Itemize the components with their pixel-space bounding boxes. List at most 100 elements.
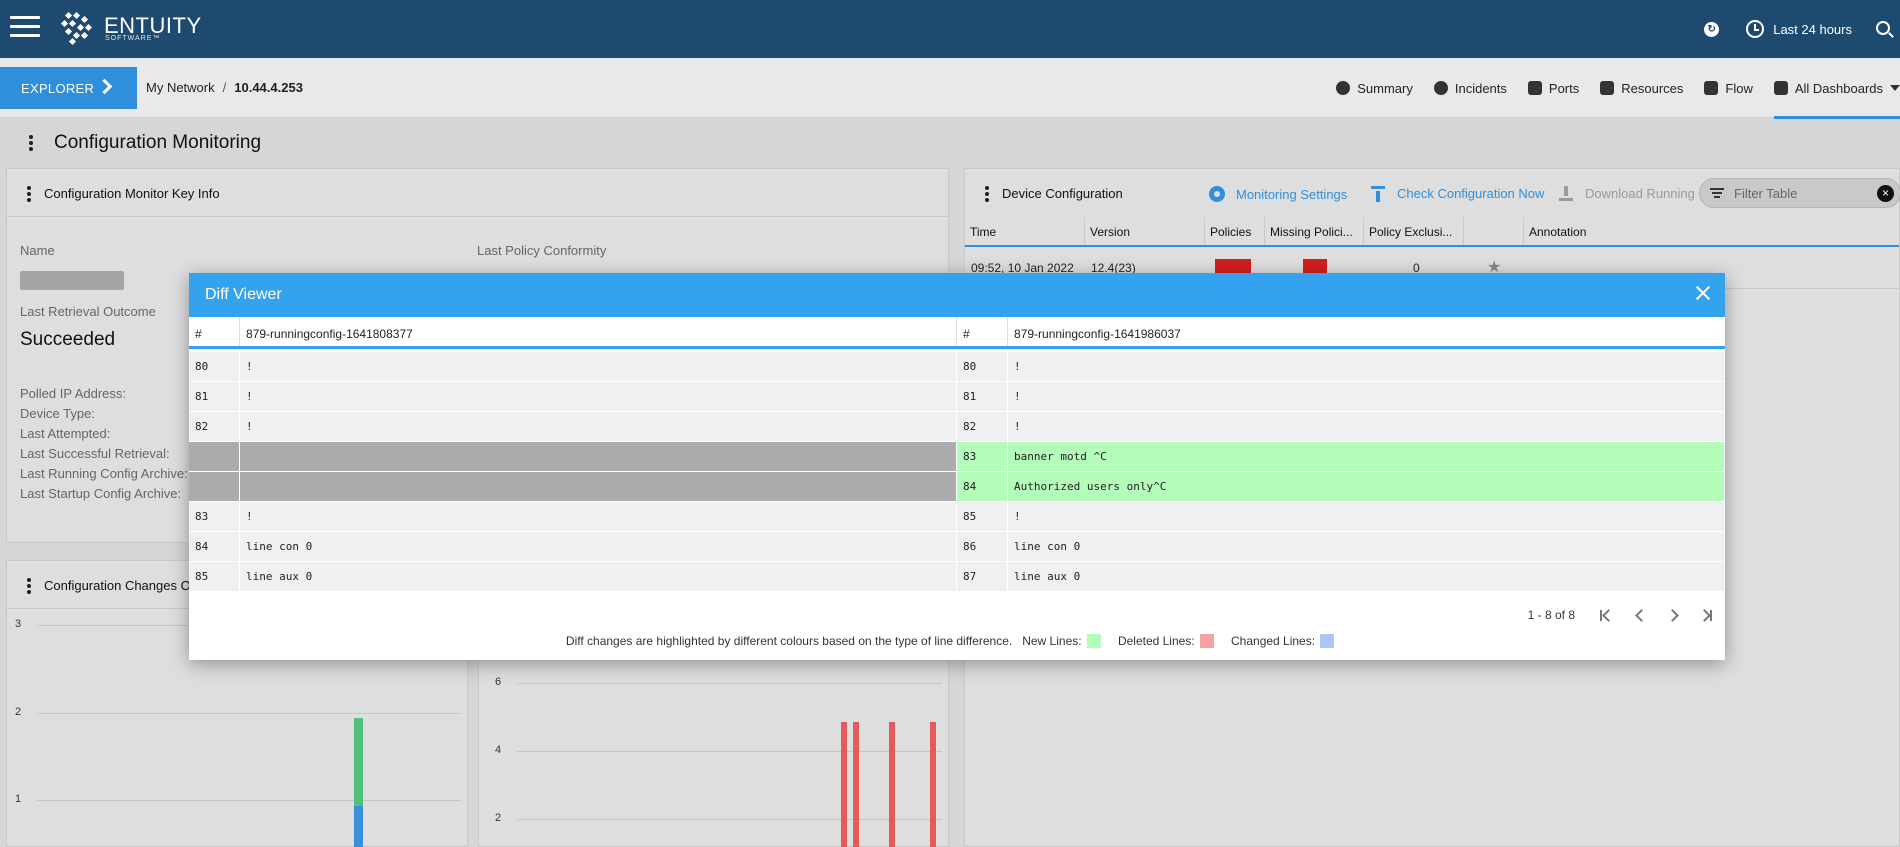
entuity-logo-icon — [60, 11, 93, 46]
col-policies[interactable]: Policies — [1205, 217, 1265, 245]
left-line-text: line con 0 — [240, 532, 957, 561]
key-info-header: Configuration Monitor Key Info — [7, 169, 948, 217]
diff-viewer-dialog: Diff Viewer # 879-runningconfig-16418083… — [189, 273, 1725, 660]
diff-row: 83 banner motd ^C — [189, 442, 1725, 472]
chart-bar — [930, 722, 936, 847]
upload-icon — [1371, 186, 1385, 202]
check-config-button[interactable]: Check Configuration Now — [1371, 186, 1545, 202]
explorer-button[interactable]: EXPLORER — [0, 67, 137, 109]
close-icon[interactable] — [1693, 284, 1713, 304]
right-line-text: ! — [1008, 382, 1725, 411]
search-icon[interactable] — [1876, 20, 1890, 35]
breadcrumb-my-network[interactable]: My Network — [146, 80, 215, 95]
next-page-icon[interactable] — [1657, 605, 1691, 625]
tab-flow-label: Flow — [1725, 80, 1753, 96]
gridline — [517, 683, 942, 684]
col-star[interactable] — [1464, 217, 1524, 245]
first-page-icon[interactable] — [1589, 605, 1623, 625]
hamburger-menu-icon[interactable] — [10, 16, 40, 38]
chart-bar — [354, 806, 363, 847]
breadcrumb-device-ip[interactable]: 10.44.4.253 — [234, 80, 303, 95]
panel-menu-icon[interactable] — [27, 578, 31, 596]
name-label: Name — [20, 243, 55, 258]
left-line-number: 80 — [189, 352, 240, 381]
right-line-number: 80 — [957, 352, 1008, 381]
diff-table-header: # 879-runningconfig-1641808377 # 879-run… — [189, 317, 1725, 349]
page-menu-icon[interactable] — [29, 135, 33, 153]
right-line-number-header: # — [957, 317, 1008, 346]
left-line-text: ! — [240, 412, 957, 441]
legend-new-label: New Lines: — [1022, 634, 1082, 648]
right-line-text: banner motd ^C — [1008, 442, 1725, 471]
legend-text: Diff changes are highlighted by differen… — [565, 634, 1013, 648]
gear-icon — [1209, 186, 1225, 202]
right-line-number: 81 — [957, 382, 1008, 411]
legend-changed-label: Changed Lines: — [1231, 634, 1316, 648]
col-time[interactable]: Time — [965, 217, 1085, 245]
chart-bar — [853, 722, 859, 847]
chevron-down-icon — [1890, 85, 1900, 91]
tab-all-dashboards-label: All Dashboards — [1794, 80, 1883, 96]
tab-ports[interactable]: Ports — [1527, 80, 1580, 96]
device-config-header: Device Configuration Monitoring Settings… — [965, 169, 1900, 217]
diff-row: 82! 82! — [189, 412, 1725, 442]
download-running-button[interactable]: Download Running — [1559, 186, 1695, 201]
info-icon — [1336, 81, 1351, 95]
key-info-title: Configuration Monitor Key Info — [44, 186, 220, 201]
top-bar: ENTUITY SOFTWARE™ ↻ Last 24 hours — [0, 0, 1900, 58]
detail-last-attempted: Last Attempted: — [20, 426, 111, 441]
col-annotation[interactable]: Annotation — [1524, 217, 1894, 245]
deleted-lines-swatch — [1199, 634, 1214, 648]
left-line-number: 84 — [189, 532, 240, 561]
left-line-text: line aux 0 — [240, 562, 957, 591]
y-tick: 6 — [495, 676, 502, 688]
left-line-text: ! — [240, 352, 957, 381]
check-config-label: Check Configuration Now — [1397, 186, 1545, 201]
detail-polled-ip: Polled IP Address: — [20, 386, 126, 401]
clear-icon[interactable]: × — [1877, 185, 1894, 202]
legend-deleted-label: Deleted Lines: — [1117, 634, 1195, 648]
left-line-number-header: # — [189, 317, 240, 346]
tab-flow[interactable]: Flow — [1704, 80, 1753, 96]
tab-incidents-label: Incidents — [1454, 80, 1507, 96]
tab-all-dashboards[interactable]: All Dashboards — [1773, 58, 1900, 119]
tab-resources-label: Resources — [1621, 80, 1684, 96]
panel-menu-icon[interactable] — [985, 186, 989, 204]
filter-table-input[interactable]: Filter Table × — [1699, 178, 1900, 208]
left-line-number: 83 — [189, 502, 240, 531]
time-range-selector[interactable]: Last 24 hours — [1773, 22, 1852, 37]
tab-resources[interactable]: Resources — [1600, 81, 1683, 96]
col-version[interactable]: Version — [1085, 217, 1205, 245]
diff-row: 84 line con 0 86 line con 0 — [189, 532, 1725, 562]
diff-row: 85 line aux 0 87 line aux 0 — [189, 562, 1725, 592]
monitoring-settings-button[interactable]: Monitoring Settings — [1209, 186, 1347, 202]
gridline — [37, 713, 461, 714]
diff-row: 81! 81! — [189, 382, 1725, 412]
explorer-label: EXPLORER — [21, 80, 95, 96]
detail-running-archive: Last Running Config Archive: — [20, 466, 188, 481]
detail-device-type: Device Type: — [20, 406, 95, 421]
right-line-number: 87 — [957, 562, 1008, 591]
brand-subtitle: SOFTWARE™ — [105, 35, 161, 42]
tab-ports-label: Ports — [1548, 80, 1580, 96]
previous-page-icon[interactable] — [1623, 605, 1657, 625]
key-info-details: Polled IP Address: Device Type: Last Att… — [20, 384, 188, 504]
page-header: Configuration Monitoring — [0, 118, 1900, 166]
right-line-number: 86 — [957, 532, 1008, 561]
changed-lines-swatch — [1320, 634, 1335, 648]
last-page-icon[interactable] — [1691, 605, 1725, 625]
y-tick: 2 — [15, 706, 22, 718]
col-policy-exclusions[interactable]: Policy Exclusi... — [1364, 217, 1464, 245]
y-tick: 3 — [15, 618, 22, 630]
col-missing-policies[interactable]: Missing Polici... — [1265, 217, 1364, 245]
refresh-icon[interactable]: ↻ — [1704, 21, 1720, 37]
chart-bar — [841, 722, 847, 847]
diff-legend: Diff changes are highlighted by differen… — [189, 634, 1725, 648]
tab-summary[interactable]: Summary — [1336, 81, 1413, 96]
diff-viewer-header: Diff Viewer — [189, 273, 1725, 317]
tab-summary-label: Summary — [1357, 80, 1413, 96]
panel-menu-icon[interactable] — [27, 186, 31, 204]
tab-incidents[interactable]: Incidents — [1433, 80, 1507, 96]
dashboard-icon — [1773, 81, 1788, 95]
retrieval-outcome-label: Last Retrieval Outcome — [20, 304, 156, 319]
